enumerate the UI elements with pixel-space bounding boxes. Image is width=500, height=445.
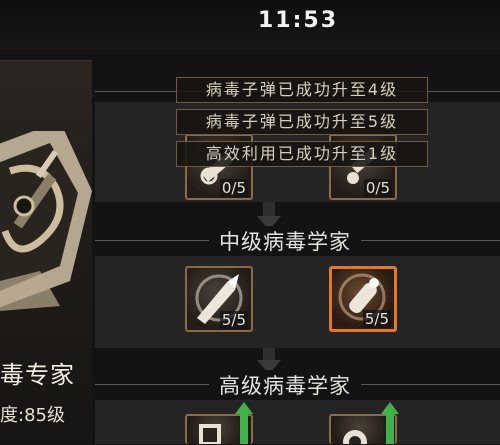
profile-panel[interactable]: 毒专家 度:85级 <box>0 60 92 445</box>
skill-count: 0/5 <box>219 179 248 197</box>
status-bar: 11:53 <box>0 0 500 50</box>
tier-panel-2 <box>95 256 500 348</box>
skill-count: 5/5 <box>362 310 391 328</box>
skill-slot-efficient-use[interactable]: 5/5 <box>329 266 397 332</box>
upgrade-arrow-icon <box>235 402 253 444</box>
clock: 11:53 <box>258 8 339 33</box>
virologist-emblem-icon <box>0 131 92 311</box>
profile-level: 度:85级 <box>0 405 65 426</box>
profile-title: 毒专家 <box>0 361 75 389</box>
upgrade-notification: 高效利用已成功升至1级 <box>176 141 428 167</box>
upgrade-notification: 病毒子弹已成功升至5级 <box>176 109 428 135</box>
skill-slot-virus-bullet[interactable]: 5/5 <box>185 266 253 332</box>
skill-count: 5/5 <box>219 311 248 329</box>
upgrade-arrow-icon <box>381 402 399 444</box>
tier-panel-3 <box>95 400 500 444</box>
tier-name-intermediate: 中级病毒学家 <box>209 226 361 256</box>
upgrade-notification: 病毒子弹已成功升至4级 <box>176 77 428 103</box>
tier-name-advanced: 高级病毒学家 <box>209 370 361 400</box>
skill-count: 0/5 <box>363 179 392 197</box>
